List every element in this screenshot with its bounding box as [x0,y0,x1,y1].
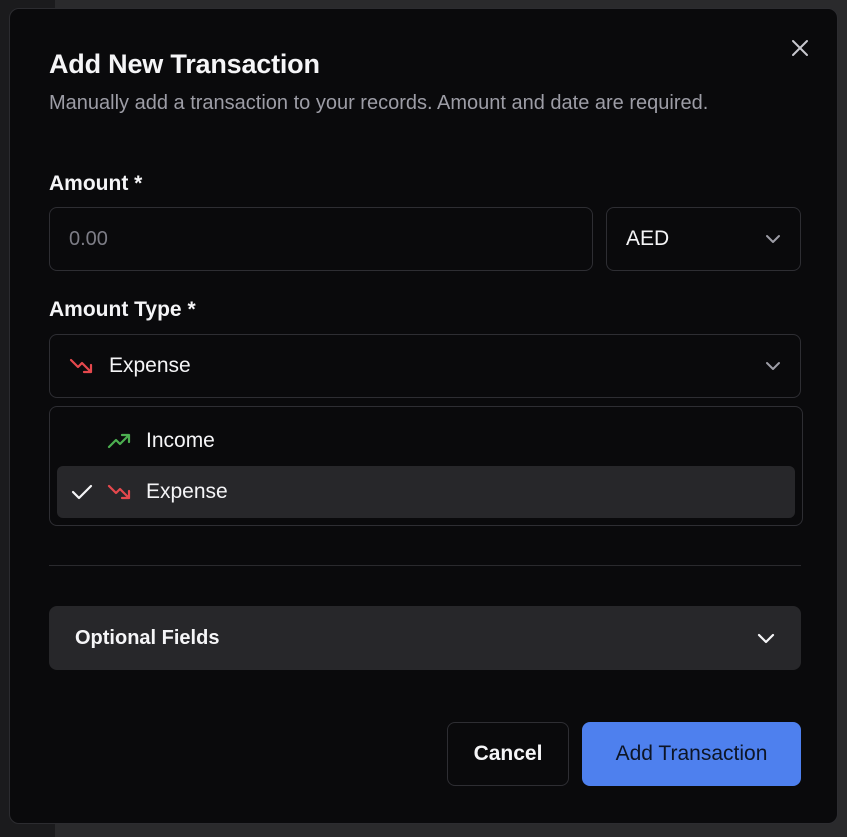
option-expense[interactable]: Expense [57,466,795,518]
trending-down-icon [69,358,93,374]
trending-down-icon [107,484,131,500]
amount-type-label: Amount Type * [49,298,196,321]
option-label: Expense [146,480,228,503]
check-slot [57,415,107,467]
optional-fields-toggle[interactable]: Optional Fields [49,606,801,670]
optional-fields-label: Optional Fields [75,626,220,649]
section-divider [49,565,801,566]
add-transaction-dialog: Add New Transaction Manually add a trans… [9,8,838,824]
amount-label: Amount * [49,172,143,195]
amount-type-select[interactable]: Expense [49,334,801,398]
close-button[interactable] [787,35,813,61]
dialog-subtitle: Manually add a transaction to your recor… [49,92,709,114]
option-income[interactable]: Income [57,415,795,467]
add-transaction-button[interactable]: Add Transaction [582,722,801,786]
chevron-down-icon [766,235,780,243]
trending-up-icon [107,433,131,449]
amount-input[interactable] [49,207,593,271]
chevron-down-icon [757,633,775,643]
close-icon [792,40,808,56]
chevron-down-icon [766,362,780,370]
option-label: Income [146,429,215,452]
amount-type-value: Expense [109,354,191,377]
check-icon [71,484,93,500]
amount-type-dropdown: Income Expense [49,406,803,526]
dialog-title: Add New Transaction [49,49,320,79]
currency-select[interactable]: AED [606,207,801,271]
currency-value: AED [626,227,670,250]
cancel-button[interactable]: Cancel [447,722,569,786]
